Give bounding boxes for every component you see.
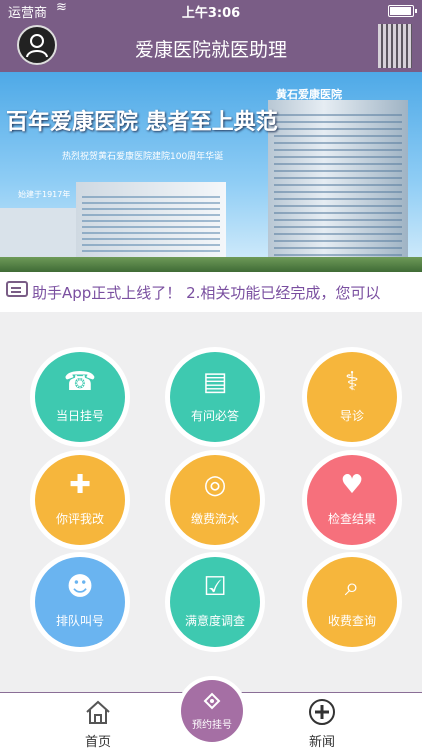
menu-item-1[interactable]: ▤ 有问必答: [170, 352, 260, 442]
banner-building-main: [268, 100, 408, 266]
document-icon: ▤: [202, 367, 228, 397]
qr-code-icon[interactable]: [378, 24, 412, 68]
menu-item-3[interactable]: ✚ 你评我改: [35, 455, 125, 545]
search-document-icon: ⌕: [344, 572, 360, 602]
home-icon: [48, 697, 148, 734]
tab-news-label: 新闻: [308, 735, 335, 750]
menu-item-label: 有问必答: [190, 409, 239, 423]
menu-item-5[interactable]: ♥ 检查结果: [307, 455, 397, 545]
coins-icon: ◎: [203, 470, 227, 500]
menu-item-0[interactable]: ☎ 当日挂号: [35, 352, 125, 442]
menu-item-label: 排队叫号: [55, 614, 104, 628]
stethoscope-icon: ⚕: [344, 367, 360, 397]
menu-item-label: 你评我改: [55, 512, 104, 526]
page-title: 爱康医院就医助理: [134, 39, 287, 61]
menu-item-6[interactable]: ☻ 排队叫号: [35, 557, 125, 647]
plus-circle-icon: [272, 697, 372, 734]
banner-ground: [0, 257, 422, 272]
banner-since: 始建于1917年: [18, 190, 71, 199]
menu-item-label: 收费查询: [327, 614, 376, 628]
appointment-label: 预约挂号: [192, 720, 232, 731]
banner-hospital-sign: 黄石爱康医院: [276, 88, 342, 101]
menu-item-label: 缴费流水: [190, 512, 239, 526]
menu-item-2[interactable]: ⚕ 导诊: [307, 352, 397, 442]
clipboard-icon: ✚: [69, 470, 91, 500]
status-bar: 运营商 ≋ 上午3:06: [0, 0, 422, 21]
tab-home-label: 首页: [84, 735, 111, 750]
menu-item-8[interactable]: ⌕ 收费查询: [307, 557, 397, 647]
nav-bar: 爱康医院就医助理: [0, 20, 422, 72]
menu-item-label: 导诊: [339, 409, 364, 423]
notice-text: 助手App正式上线了！ 2.相关功能已经完成，您可以: [32, 284, 381, 302]
appointment-button[interactable]: 预约挂号: [181, 680, 243, 742]
banner-subtitle: 热烈祝贺黄石爱康医院建院100周年华诞: [62, 152, 224, 162]
appointment-icon: [181, 690, 243, 717]
banner-building-left: [76, 182, 226, 266]
menu-item-7[interactable]: ☑ 满意度调查: [170, 557, 260, 647]
menu-item-label: 检查结果: [327, 512, 376, 526]
hero-banner[interactable]: 黄石爱康医院 百年爱康医院 患者至上典范 热烈祝贺黄石爱康医院建院100周年华诞…: [0, 72, 422, 272]
menu-item-label: 满意度调查: [184, 614, 245, 628]
notice-bar[interactable]: 助手App正式上线了！ 2.相关功能已经完成，您可以: [0, 272, 422, 312]
battery-icon: [388, 5, 417, 17]
people-icon: ☻: [66, 572, 94, 602]
phone-icon: ☎: [63, 367, 97, 397]
clock-label: 上午3:06: [181, 6, 241, 21]
menu-item-4[interactable]: ◎ 缴费流水: [170, 455, 260, 545]
banner-slogan: 百年爱康医院 患者至上典范: [6, 109, 278, 135]
tab-news[interactable]: 新闻: [272, 693, 372, 751]
menu-item-label: 当日挂号: [55, 409, 104, 423]
tab-home[interactable]: 首页: [48, 693, 148, 751]
heart-rate-icon: ♥: [340, 470, 364, 500]
message-icon: [6, 281, 28, 297]
checklist-icon: ☑: [203, 572, 227, 602]
feature-grid: ☎ 当日挂号 ▤ 有问必答 ⚕ 导诊 ✚ 你评我改 ◎ 缴费流水 ♥ 检查结果 ☻ 排队叫号 ☑ 满意度调查 ⌕…: [0, 312, 422, 692]
